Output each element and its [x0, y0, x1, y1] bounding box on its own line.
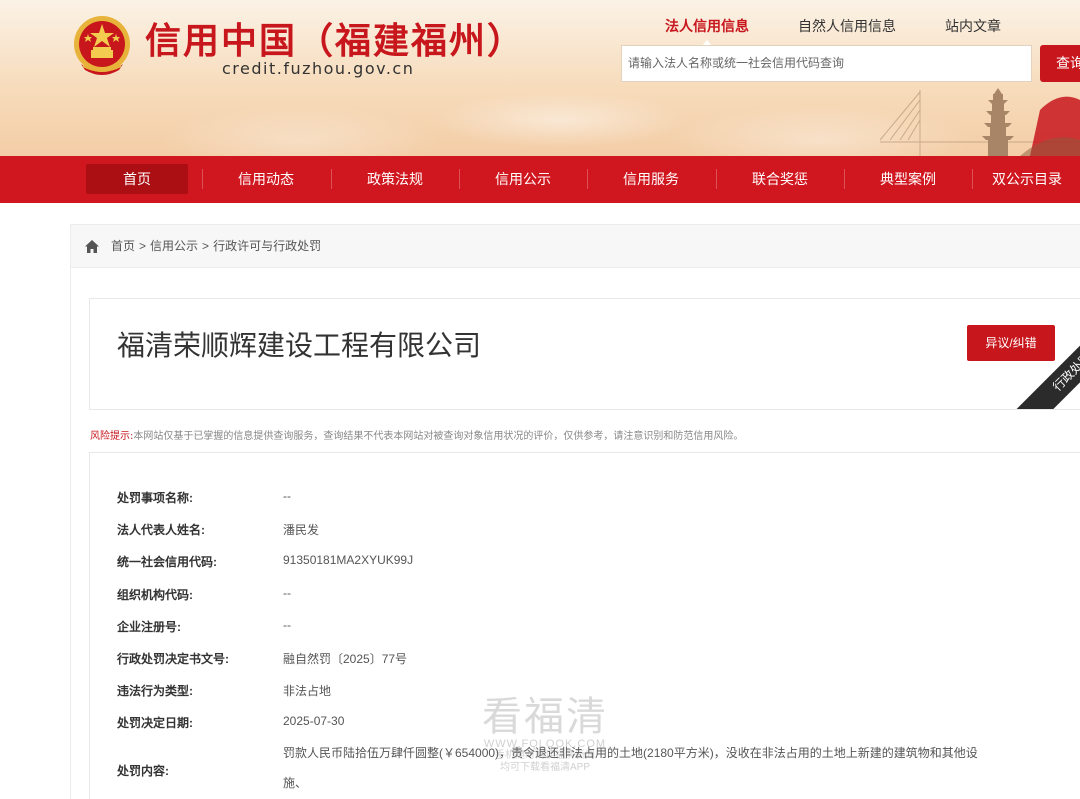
detail-value: -- [283, 586, 291, 600]
detail-label: 组织机构代码: [117, 588, 193, 602]
nav-item-credit-disclosure[interactable]: 信用公示 [472, 164, 574, 194]
tab-legal-person-credit[interactable]: 法人信用信息 [665, 16, 749, 46]
breadcrumb: 首页 > 信用公示 > 行政许可与行政处罚 [70, 224, 1080, 268]
nav-divider [331, 169, 332, 189]
site-header: 信用中国（福建福州） credit.fuzhou.gov.cn 法人信用信息 自… [0, 0, 1080, 156]
detail-value: 潘民发 [283, 523, 320, 537]
city-landmark-illustration [880, 88, 1080, 156]
detail-value: 非法占地 [283, 684, 332, 698]
breadcrumb-home[interactable]: 首页 [111, 239, 135, 253]
nav-item-dual-disclosure[interactable]: 双公示目录 [985, 164, 1069, 194]
risk-notice: 风险提示:本网站仅基于已掌握的信息提供查询服务，查询结果不代表本网站对被查询对象… [90, 427, 1080, 442]
detail-value: -- [283, 489, 291, 503]
nav-item-typical-cases[interactable]: 典型案例 [857, 164, 959, 194]
tab-natural-person-credit[interactable]: 自然人信用信息 [798, 16, 896, 36]
site-title[interactable]: 信用中国（福建福州） [145, 12, 525, 64]
nav-divider [844, 169, 845, 189]
nav-item-home[interactable]: 首页 [86, 164, 188, 194]
nav-item-credit-news[interactable]: 信用动态 [215, 164, 317, 194]
tab-site-articles[interactable]: 站内文章 [945, 16, 1001, 36]
breadcrumb-credit-disclosure[interactable]: 信用公示 [150, 239, 198, 253]
detail-value: -- [283, 618, 291, 632]
detail-label: 处罚决定日期: [117, 716, 193, 730]
nav-divider [972, 169, 973, 189]
national-emblem-icon[interactable] [71, 14, 133, 80]
objection-correction-button[interactable]: 异议/纠错 [967, 325, 1055, 361]
detail-label: 行政处罚决定书文号: [117, 652, 229, 666]
detail-label: 法人代表人姓名: [117, 523, 205, 537]
breadcrumb-separator: > [139, 239, 147, 253]
nav-divider [716, 169, 717, 189]
penalty-detail-table: 处罚事项名称: -- 法人代表人姓名: 潘民发 统一社会信用代码: 913501… [89, 452, 1080, 799]
nav-divider [202, 169, 203, 189]
breadcrumb-trail: 首页 > 信用公示 > 行政许可与行政处罚 [111, 225, 321, 267]
nav-item-policies[interactable]: 政策法规 [344, 164, 446, 194]
main-nav: 首页 信用动态 政策法规 信用公示 信用服务 联合奖惩 典型案例 双公示目录 [0, 156, 1080, 203]
nav-divider [459, 169, 460, 189]
breadcrumb-separator: > [202, 239, 210, 253]
search-tabs: 法人信用信息 自然人信用信息 站内文章 [622, 16, 1080, 46]
detail-label: 违法行为类型: [117, 684, 193, 698]
detail-label: 统一社会信用代码: [117, 555, 217, 569]
nav-item-credit-services[interactable]: 信用服务 [600, 164, 702, 194]
detail-label: 处罚内容: [117, 764, 169, 778]
detail-label: 企业注册号: [117, 620, 181, 634]
detail-value: 融自然罚〔2025〕77号 [283, 652, 408, 666]
detail-value: 2025-07-30 [283, 714, 345, 728]
detail-value: 罚款人民币陆拾伍万肆仟圆整(￥654000)，责令退还非法占用的土地(2180平… [283, 746, 978, 790]
company-card: 福清荣顺辉建设工程有限公司 异议/纠错 行政处罚 [89, 298, 1080, 410]
nav-divider [587, 169, 588, 189]
detail-value: 91350181MA2XYUK99J [283, 553, 414, 567]
home-icon[interactable] [85, 240, 99, 253]
risk-notice-label: 风险提示: [90, 431, 134, 442]
risk-notice-text: 本网站仅基于已掌握的信息提供查询服务，查询结果不代表本网站对被查询对象信用状况的… [133, 431, 744, 442]
site-domain: credit.fuzhou.gov.cn [222, 59, 415, 78]
breadcrumb-current: 行政许可与行政处罚 [213, 239, 322, 253]
detail-label: 处罚事项名称: [117, 491, 193, 505]
company-name: 福清荣顺辉建设工程有限公司 [117, 329, 482, 362]
nav-item-joint-rewards[interactable]: 联合奖惩 [729, 164, 831, 194]
